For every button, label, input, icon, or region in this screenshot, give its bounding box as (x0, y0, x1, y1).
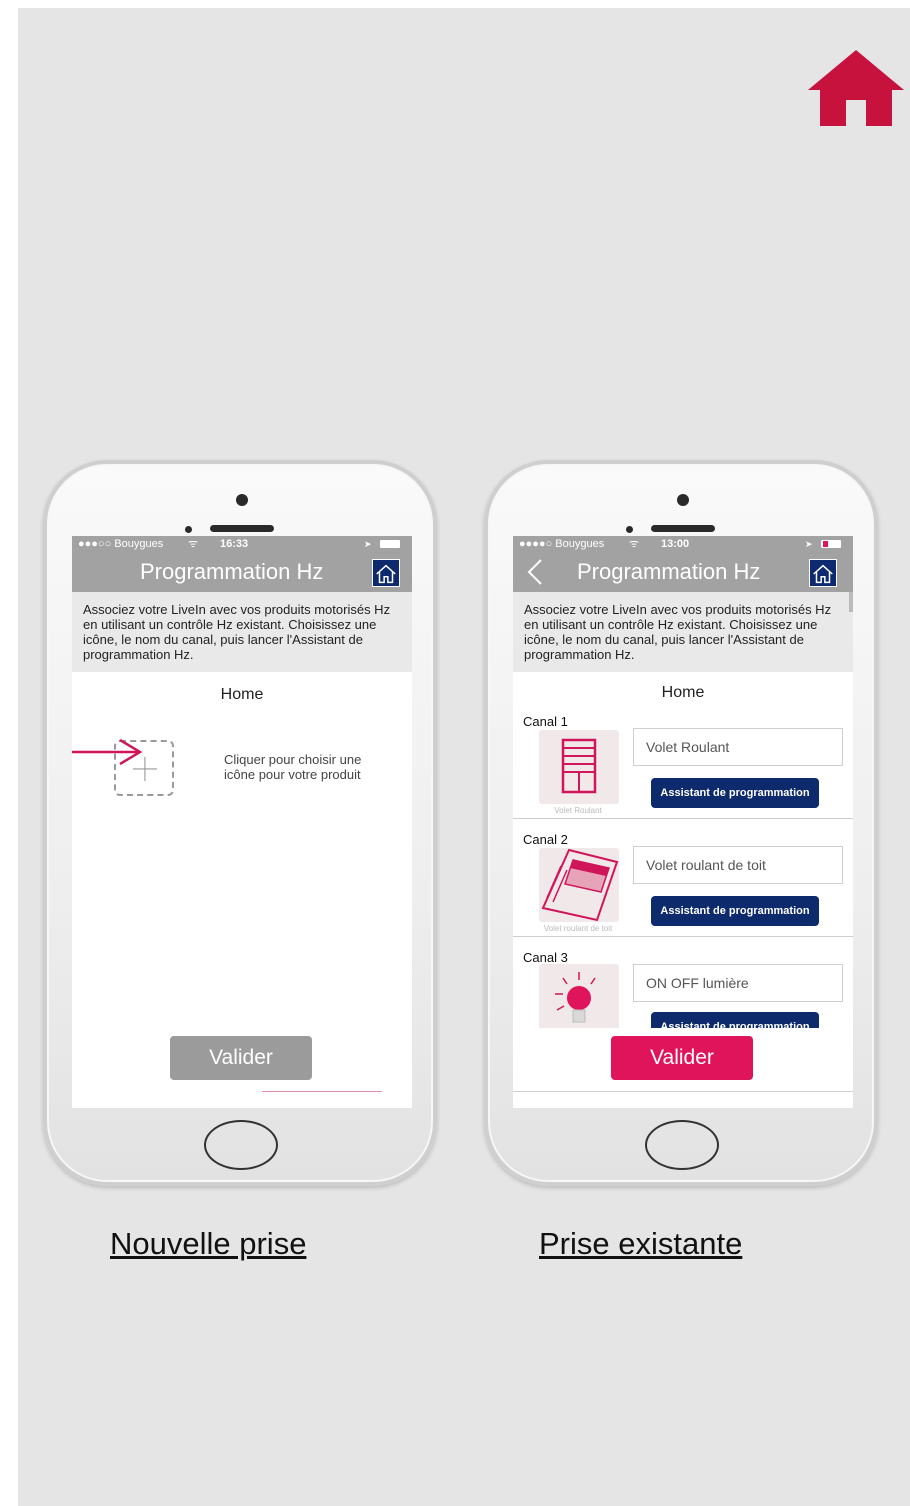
assistant-button[interactable]: Assistant de programmation (651, 896, 819, 926)
canal-name-field[interactable]: ON OFF lumière (633, 964, 843, 1002)
battery-icon (821, 540, 841, 548)
carrier-label: ●●●○○ Bouygues (78, 538, 164, 550)
status-bar: ●●●●○ Bouygues ᯤ 13:00 ➤ (513, 536, 853, 552)
roof-shutter-icon[interactable] (539, 848, 619, 922)
canal-label: Canal 1 (523, 714, 568, 729)
wifi-icon: ᯤ (188, 538, 199, 550)
phone-sensor (185, 526, 192, 533)
description-text: Associez votre LiveIn avec vos produits … (513, 592, 853, 672)
phone-camera (236, 494, 248, 506)
nav-title: Programmation Hz (140, 559, 324, 584)
status-bar: ●●●○○ Bouygues ᯤ 16:33 ➤ (72, 536, 412, 552)
caption-existing-plug[interactable]: Prise existante (539, 1226, 742, 1262)
room-title: Home (220, 686, 264, 703)
divider (513, 936, 853, 937)
bottom-pink-line (262, 1091, 382, 1092)
canal-label: Canal 2 (523, 832, 568, 847)
nav-home-icon[interactable] (809, 559, 837, 587)
nav-title: Programmation Hz (577, 559, 761, 584)
slide-background: ●●●○○ Bouygues ᯤ 16:33 ➤ Programmation H… (18, 8, 910, 1506)
phone-new-plug: ●●●○○ Bouygues ᯤ 16:33 ➤ Programmation H… (43, 460, 437, 1186)
valider-button[interactable]: Valider (611, 1036, 753, 1080)
arrow-right-icon (72, 738, 143, 766)
assistant-button[interactable]: Assistant de programmation (651, 778, 819, 808)
light-bulb-icon[interactable] (539, 964, 619, 1038)
nav-bar: Programmation Hz (72, 552, 412, 592)
phone-speaker (210, 525, 274, 532)
canal-icon-caption: Volet roulant de toit (543, 924, 613, 933)
back-chevron-icon[interactable] (521, 556, 551, 588)
canal-label: Canal 3 (523, 950, 568, 965)
divider (513, 818, 853, 819)
canal-name-field[interactable]: Volet Roulant (633, 728, 843, 766)
phone-camera (677, 494, 689, 506)
room-title: Home (661, 684, 705, 701)
scrollbar[interactable] (849, 592, 853, 612)
home-icon[interactable] (808, 48, 904, 128)
nav-bar: Programmation Hz (513, 552, 853, 592)
phone-sensor (626, 526, 633, 533)
caption-new-plug[interactable]: Nouvelle prise (110, 1226, 306, 1262)
description-text: Associez votre LiveIn avec vos produits … (72, 592, 412, 672)
location-icon: ➤ (364, 539, 372, 549)
phone-speaker (651, 525, 715, 532)
battery-icon (380, 540, 400, 548)
phone-screen: ●●●●○ Bouygues ᯤ 13:00 ➤ Programmation H… (513, 536, 853, 1108)
clock-label: 16:33 (220, 538, 249, 550)
roller-shutter-icon[interactable] (539, 730, 619, 804)
phone-home-button[interactable] (645, 1120, 719, 1170)
phone-screen: ●●●○○ Bouygues ᯤ 16:33 ➤ Programmation H… (72, 536, 412, 1108)
valider-button[interactable]: Valider (170, 1036, 312, 1080)
phone-existing-plug: ●●●●○ Bouygues ᯤ 13:00 ➤ Programmation H… (484, 460, 878, 1186)
phone-home-button[interactable] (204, 1120, 278, 1170)
location-icon: ➤ (805, 539, 813, 549)
wifi-icon: ᯤ (629, 538, 640, 550)
canal-icon-caption: Volet Roulant (554, 806, 602, 815)
nav-home-icon[interactable] (372, 559, 400, 587)
clock-label: 13:00 (661, 538, 690, 550)
add-hint-text: Cliquer pour choisir une icône pour votr… (224, 752, 362, 782)
carrier-label: ●●●●○ Bouygues (519, 538, 605, 550)
canal-name-field[interactable]: Volet roulant de toit (633, 846, 843, 884)
bottom-line (513, 1091, 853, 1092)
